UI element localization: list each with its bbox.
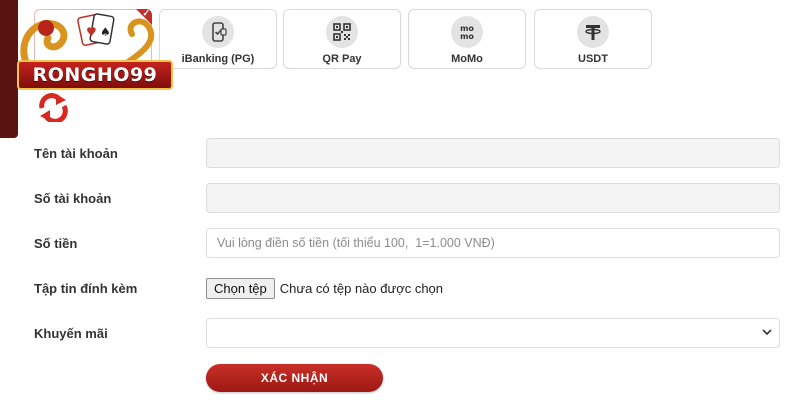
file-input: Chọn tệp Chưa có tệp nào được chọn — [206, 278, 443, 299]
svg-text:♠: ♠ — [100, 25, 111, 39]
account-number-label: Số tài khoản — [34, 191, 112, 206]
svg-text:mo: mo — [460, 32, 474, 41]
attachment-label: Tập tin đính kèm — [34, 281, 138, 296]
account-name-field[interactable] — [206, 138, 780, 168]
payment-method-label: MoMo — [451, 53, 483, 65]
account-name-input[interactable] — [207, 139, 779, 167]
choose-file-button[interactable]: Chọn tệp — [206, 278, 275, 299]
amount-field[interactable] — [206, 228, 780, 258]
payment-method-usdt[interactable]: USDT — [534, 9, 652, 69]
brand-logo: ♥ ♠ RONGHO99 — [8, 12, 173, 122]
amount-label: Số tiền — [34, 236, 78, 251]
promotion-label: Khuyến mãi — [34, 326, 108, 341]
payment-method-ibanking[interactable]: iBanking (PG) — [159, 9, 277, 69]
momo-icon: mo mo — [451, 16, 483, 48]
tether-icon — [577, 16, 609, 48]
submit-button[interactable]: XÁC NHẬN — [206, 364, 383, 392]
file-status-text: Chưa có tệp nào được chọn — [279, 281, 444, 296]
payment-method-momo[interactable]: mo mo MoMo — [408, 9, 526, 69]
account-number-input[interactable] — [207, 184, 779, 212]
svg-text:♥: ♥ — [86, 25, 97, 39]
payment-method-label: QR Pay — [322, 53, 362, 65]
chevron-down-icon — [762, 329, 772, 336]
promotion-select[interactable] — [206, 318, 780, 348]
qr-code-icon — [326, 16, 358, 48]
account-name-label: Tên tài khoản — [34, 146, 118, 161]
logo-text: RONGHO99 — [17, 60, 173, 90]
amount-input[interactable] — [207, 229, 779, 257]
payment-method-label: iBanking (PG) — [181, 53, 255, 65]
payment-method-label: USDT — [578, 53, 608, 65]
payment-method-qr-pay[interactable]: QR Pay — [283, 9, 401, 69]
ibanking-phone-icon — [202, 16, 234, 48]
account-number-field[interactable] — [206, 183, 780, 213]
